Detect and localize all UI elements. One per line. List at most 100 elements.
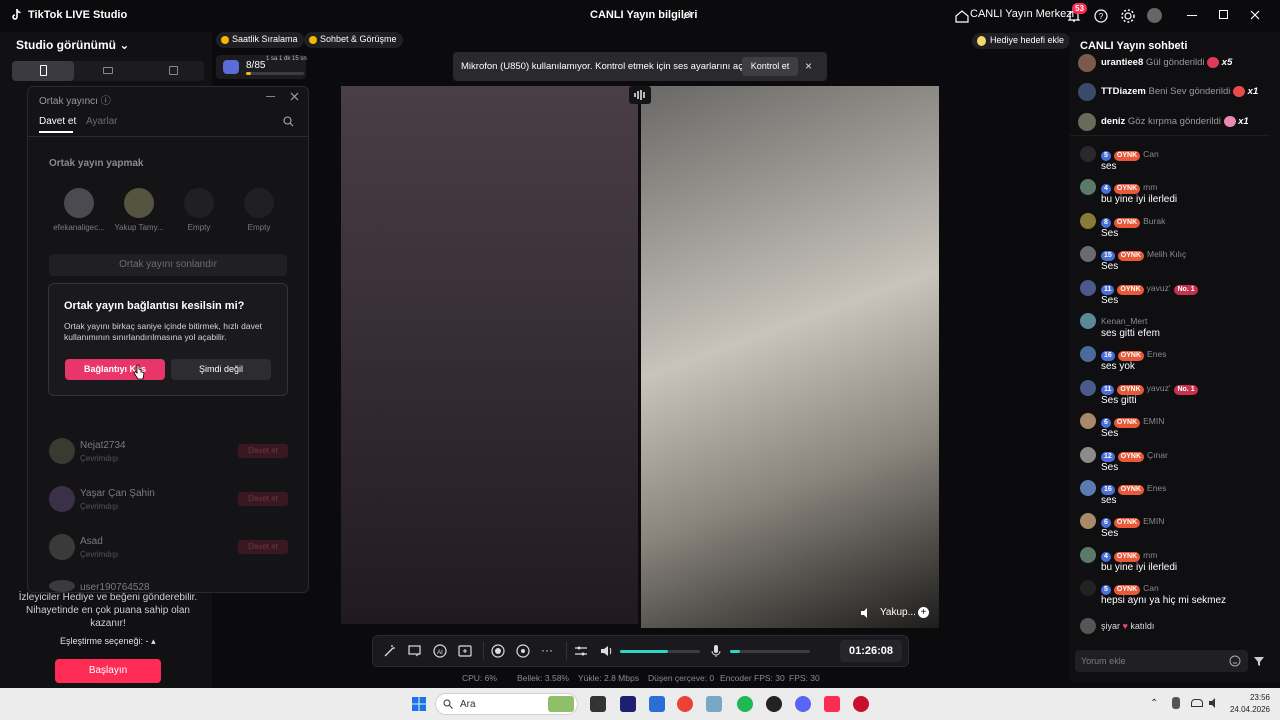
chat-username[interactable]: mm xyxy=(1143,182,1157,192)
gift-row: urantiee8 Gül gönderildi x5 xyxy=(1101,57,1232,68)
empty-slot-icon[interactable] xyxy=(184,188,214,218)
close-notice-icon[interactable]: × xyxy=(805,59,812,73)
panel-close-icon[interactable] xyxy=(290,92,299,101)
chat-message-header: 6 OYNK EMIN xyxy=(1101,515,1164,528)
invite-button[interactable]: Davet et xyxy=(238,540,288,554)
match-option[interactable]: Eşleştirme seçeneği: - ▴ xyxy=(60,636,156,647)
tab-invite[interactable]: Davet et xyxy=(39,116,76,127)
chat-username[interactable]: Burak xyxy=(1143,216,1165,226)
share-icon[interactable] xyxy=(682,9,694,21)
avatar xyxy=(1080,547,1096,563)
audio-wave-icon[interactable] xyxy=(629,86,651,104)
volume-icon[interactable] xyxy=(599,643,615,659)
chat-username[interactable]: Enes xyxy=(1147,483,1166,493)
chat-message-text: Ses xyxy=(1101,462,1119,473)
slot-avatar[interactable] xyxy=(64,188,94,218)
hourly-rank-chip[interactable]: Saatlik Sıralama xyxy=(216,32,304,48)
search-icon xyxy=(443,699,453,709)
chat-username[interactable]: EMIN xyxy=(1143,516,1164,526)
ai-effects-icon[interactable]: AI xyxy=(432,643,448,659)
end-cohost-button[interactable]: Ortak yayını sonlandır xyxy=(49,254,287,276)
speaker-icon[interactable] xyxy=(860,607,872,619)
live-target-icon[interactable] xyxy=(515,643,531,659)
windows-start-icon[interactable] xyxy=(411,696,427,712)
fan-club-badge: OYNK xyxy=(1113,552,1141,562)
live-center-link[interactable]: CANLI Yayın Merkezi xyxy=(970,8,1074,20)
mic-track[interactable] xyxy=(730,650,810,653)
avatar xyxy=(1078,83,1096,101)
chat-username[interactable]: Melih Kılıç xyxy=(1147,249,1186,259)
after-effects-icon[interactable] xyxy=(620,696,636,712)
mic-fill xyxy=(730,650,740,653)
add-icon[interactable]: + xyxy=(918,607,929,618)
user-avatar[interactable] xyxy=(1147,8,1162,23)
chat-username[interactable]: Can xyxy=(1143,583,1159,593)
chat-username[interactable]: Kenan_Mert xyxy=(1101,316,1147,326)
chat-meet-chip[interactable]: Sohbet & Görüşme xyxy=(304,32,403,48)
chat-divider xyxy=(1070,135,1270,136)
chat-username[interactable]: yavuz' xyxy=(1147,383,1171,393)
landscape-view-button[interactable] xyxy=(77,61,139,81)
dialog-body: Ortak yayını birkaç saniye içinde bitirm… xyxy=(64,321,262,342)
tiktok-studio-icon[interactable] xyxy=(824,696,840,712)
not-now-button[interactable]: Şimdi değil xyxy=(171,359,271,380)
invite-button[interactable]: Davet et xyxy=(238,492,288,506)
chat-username[interactable]: Can xyxy=(1143,149,1159,159)
task-view-icon[interactable] xyxy=(590,696,606,712)
search-icon[interactable] xyxy=(283,116,294,127)
gift-goal-chip[interactable]: Hediye hedefi ekle xyxy=(972,33,1071,49)
add-media-icon[interactable] xyxy=(457,643,473,659)
slot-avatar[interactable] xyxy=(124,188,154,218)
dual-view-button[interactable] xyxy=(142,61,204,81)
microphone-icon[interactable] xyxy=(708,643,724,659)
invite-button[interactable]: Davet et xyxy=(238,444,288,458)
chat-username[interactable]: yavuz' xyxy=(1147,283,1171,293)
tray-chevron-icon[interactable]: ⌃ xyxy=(1150,698,1158,709)
portrait-view-button[interactable] xyxy=(12,61,74,81)
dropped-stat: Düşen çerçeve: 0 xyxy=(648,673,715,683)
filter-icon[interactable] xyxy=(1253,655,1265,667)
home-icon[interactable] xyxy=(954,8,970,24)
avatar xyxy=(1080,280,1096,296)
tray-mic-icon[interactable] xyxy=(1172,697,1180,709)
chat-message-text: Ses xyxy=(1101,428,1119,439)
chat-username[interactable]: mm xyxy=(1143,550,1157,560)
close-icon[interactable] xyxy=(1250,10,1260,20)
info-icon[interactable]: ⓘ xyxy=(101,96,111,107)
tab-settings[interactable]: Ayarlar xyxy=(86,116,118,127)
spotify-icon[interactable] xyxy=(737,696,753,712)
emoji-icon[interactable] xyxy=(1229,655,1241,667)
screen-share-icon[interactable] xyxy=(407,643,423,659)
lightbulb-icon xyxy=(977,36,986,46)
check-button[interactable]: Kontrol et xyxy=(742,57,798,76)
disconnect-button[interactable]: Bağlantıyı Kes xyxy=(65,359,165,380)
gift-user: TTDiazem xyxy=(1101,86,1146,98)
more-icon[interactable]: ··· xyxy=(541,643,553,657)
record-icon[interactable] xyxy=(490,643,506,659)
gift-row: TTDiazem Beni Sev gönderildi x1 xyxy=(1101,86,1258,97)
empty-slot-icon[interactable] xyxy=(244,188,274,218)
outlook-icon[interactable] xyxy=(649,696,665,712)
help-icon[interactable]: ? xyxy=(1093,8,1109,24)
studio-view-dropdown[interactable]: Studio görünümü ⌄ xyxy=(16,38,129,52)
chat-username[interactable]: EMIN xyxy=(1143,416,1164,426)
settings-gear-icon[interactable] xyxy=(1120,8,1136,24)
maximize-icon[interactable] xyxy=(1219,10,1228,19)
settings-app-icon[interactable] xyxy=(706,696,722,712)
slot-label: Empty xyxy=(187,223,211,232)
recorder-icon[interactable] xyxy=(853,696,869,712)
tray-volume-icon[interactable] xyxy=(1208,697,1220,709)
audio-mixer-icon[interactable] xyxy=(573,643,589,659)
chat-username[interactable]: Çınar xyxy=(1147,450,1168,460)
chrome-icon[interactable] xyxy=(677,696,693,712)
rose-gift-icon xyxy=(1207,57,1220,68)
magic-wand-icon[interactable] xyxy=(382,643,398,659)
chat-username[interactable]: Enes xyxy=(1147,349,1166,359)
wifi-icon[interactable] xyxy=(1191,699,1203,707)
fan-club-badge: OYNK xyxy=(1113,184,1141,194)
minimize-icon[interactable] xyxy=(1187,15,1197,16)
app-icon[interactable] xyxy=(766,696,782,712)
panel-minimize-icon[interactable] xyxy=(266,96,275,97)
discord-icon[interactable] xyxy=(795,696,811,712)
start-button[interactable]: Başlayın xyxy=(55,659,161,683)
